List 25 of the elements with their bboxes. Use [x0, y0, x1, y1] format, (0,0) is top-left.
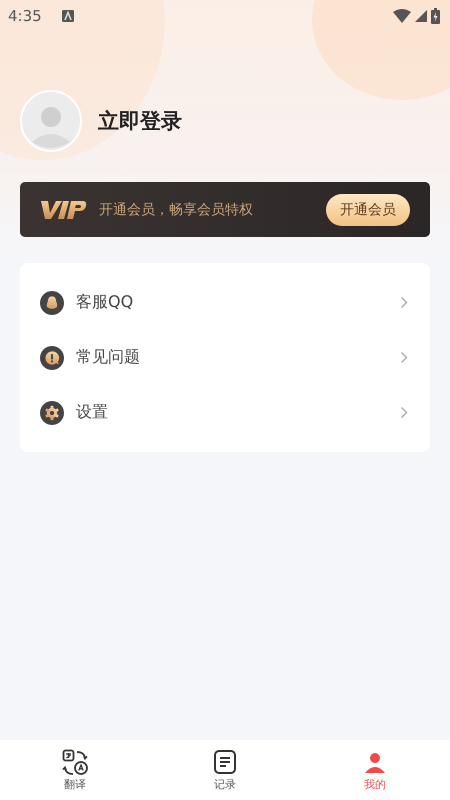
vip-banner[interactable]: 开通会员，畅享会员特权 开通会员 [20, 182, 430, 237]
chevron-right-icon [400, 296, 408, 309]
tab[interactable]: 翻译 [0, 740, 150, 800]
tab[interactable]: 记录 [150, 740, 300, 800]
notification-icon [62, 10, 74, 22]
tab[interactable]: 我的 [300, 740, 450, 800]
battery-icon [431, 8, 440, 24]
join-vip-button[interactable]: 开通会员 [326, 194, 410, 226]
wifi-icon [393, 9, 411, 23]
login-prompt[interactable]: 立即登录 [98, 107, 182, 135]
exclamation-bubble-icon [40, 346, 64, 370]
vip-slogan: 开通会员，畅享会员特权 [99, 200, 253, 218]
signal-icon [415, 10, 427, 22]
translate-icon [62, 748, 88, 774]
chevron-right-icon [400, 351, 408, 364]
menu-item[interactable]: 设置 [20, 385, 430, 440]
status-time: 4:35 [8, 7, 42, 25]
menu-item[interactable]: 客服QQ [20, 275, 430, 330]
avatar-icon [20, 90, 82, 152]
vip-logo-icon [39, 200, 87, 220]
document-icon [212, 748, 238, 774]
penguin-icon [40, 290, 64, 314]
chevron-right-icon [400, 406, 408, 419]
gear-icon [40, 400, 64, 424]
menu-item[interactable]: 常见问题 [20, 330, 430, 385]
